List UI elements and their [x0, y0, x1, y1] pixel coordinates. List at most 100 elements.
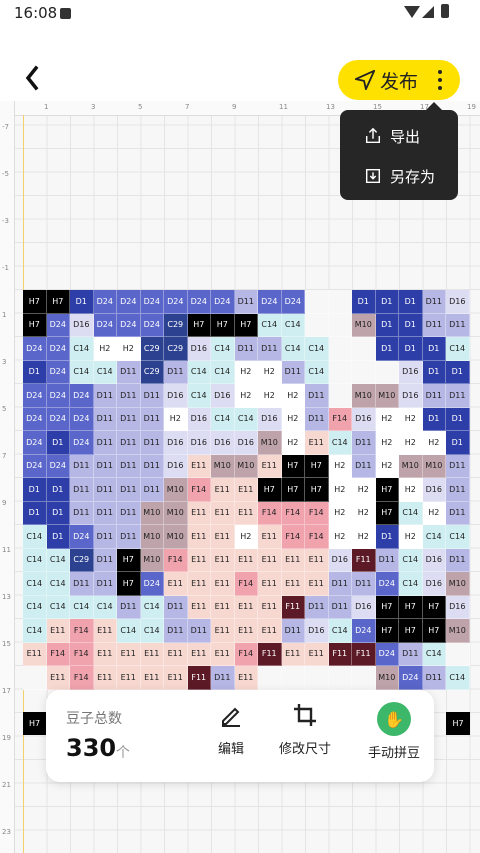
- bead-cell[interactable]: D24: [46, 407, 70, 431]
- bead-cell[interactable]: H2: [399, 525, 423, 549]
- bead-cell[interactable]: C14: [93, 360, 117, 384]
- bead-cell[interactable]: D24: [70, 384, 94, 408]
- bead-cell[interactable]: M10: [352, 384, 376, 408]
- bead-cell[interactable]: [328, 313, 352, 337]
- bead-cell[interactable]: D1: [23, 501, 47, 525]
- bead-cell[interactable]: H2: [422, 431, 446, 455]
- bead-cell[interactable]: D16: [305, 619, 329, 643]
- bead-cell[interactable]: D11: [422, 313, 446, 337]
- bead-cell[interactable]: F14: [70, 642, 94, 666]
- bead-cell[interactable]: D11: [117, 360, 141, 384]
- bead-cell[interactable]: F14: [70, 666, 94, 690]
- bead-cell[interactable]: C14: [46, 572, 70, 596]
- bead-cell[interactable]: D16: [399, 384, 423, 408]
- bead-cell[interactable]: C14: [399, 572, 423, 596]
- bead-cell[interactable]: H7: [375, 501, 399, 525]
- bead-cell[interactable]: C14: [117, 619, 141, 643]
- bead-cell[interactable]: H7: [281, 454, 305, 478]
- bead-cell[interactable]: D16: [187, 407, 211, 431]
- back-button[interactable]: [22, 62, 50, 94]
- bead-cell[interactable]: H2: [399, 478, 423, 502]
- bead-cell[interactable]: C14: [422, 642, 446, 666]
- bead-cell[interactable]: C14: [446, 525, 470, 549]
- bead-cell[interactable]: D24: [211, 290, 235, 314]
- bead-cell[interactable]: D24: [164, 290, 188, 314]
- bead-cell[interactable]: H2: [258, 384, 282, 408]
- bead-cell[interactable]: D11: [164, 360, 188, 384]
- bead-cell[interactable]: D1: [375, 337, 399, 361]
- bead-cell[interactable]: M10: [234, 454, 258, 478]
- bead-cell[interactable]: H2: [375, 407, 399, 431]
- bead-cell[interactable]: E11: [234, 548, 258, 572]
- bead-cell[interactable]: H7: [281, 478, 305, 502]
- bead-cell[interactable]: F14: [328, 407, 352, 431]
- bead-cell[interactable]: H2: [422, 501, 446, 525]
- publish-button[interactable]: 发布: [338, 60, 460, 100]
- bead-cell[interactable]: D1: [399, 337, 423, 361]
- bead-cell[interactable]: E11: [258, 525, 282, 549]
- bead-cell[interactable]: D11: [93, 548, 117, 572]
- bead-cell[interactable]: E11: [187, 642, 211, 666]
- bead-cell[interactable]: D11: [211, 666, 235, 690]
- edit-button[interactable]: 编辑: [191, 702, 271, 757]
- bead-cell[interactable]: D24: [140, 290, 164, 314]
- bead-cell[interactable]: D11: [305, 384, 329, 408]
- bead-cell[interactable]: D11: [422, 384, 446, 408]
- bead-cell[interactable]: D11: [305, 595, 329, 619]
- bead-cell[interactable]: E11: [234, 595, 258, 619]
- bead-cell[interactable]: H7: [117, 572, 141, 596]
- bead-cell[interactable]: D11: [446, 501, 470, 525]
- bead-cell[interactable]: D11: [422, 666, 446, 690]
- bead-cell[interactable]: D11: [140, 431, 164, 455]
- bead-cell[interactable]: H2: [234, 525, 258, 549]
- bead-cell[interactable]: D16: [399, 360, 423, 384]
- bead-cell[interactable]: D11: [93, 478, 117, 502]
- bead-cell[interactable]: C14: [23, 572, 47, 596]
- bead-cell[interactable]: D11: [93, 572, 117, 596]
- bead-cell[interactable]: D11: [352, 572, 376, 596]
- bead-cell[interactable]: E11: [187, 595, 211, 619]
- bead-cell[interactable]: D1: [422, 337, 446, 361]
- bead-cell[interactable]: H2: [399, 407, 423, 431]
- bead-cell[interactable]: D24: [23, 431, 47, 455]
- bead-cell[interactable]: D24: [258, 290, 282, 314]
- bead-cell[interactable]: E11: [211, 595, 235, 619]
- bead-cell[interactable]: M10: [211, 454, 235, 478]
- bead-cell[interactable]: H2: [258, 360, 282, 384]
- bead-cell[interactable]: E11: [187, 454, 211, 478]
- bead-cell[interactable]: C14: [23, 525, 47, 549]
- bead-cell[interactable]: F11: [187, 666, 211, 690]
- bead-cell[interactable]: H7: [46, 290, 70, 314]
- bead-cell[interactable]: D16: [164, 454, 188, 478]
- bead-cell[interactable]: H7: [375, 595, 399, 619]
- bead-cell[interactable]: E11: [117, 666, 141, 690]
- bead-cell[interactable]: D24: [23, 337, 47, 361]
- bead-cell[interactable]: E11: [211, 478, 235, 502]
- bead-cell[interactable]: C14: [328, 431, 352, 455]
- bead-cell[interactable]: D16: [422, 572, 446, 596]
- bead-cell[interactable]: E11: [234, 666, 258, 690]
- bead-cell[interactable]: F11: [352, 548, 376, 572]
- bead-cell[interactable]: E11: [258, 619, 282, 643]
- bead-cell[interactable]: C14: [211, 360, 235, 384]
- bead-cell[interactable]: D16: [446, 290, 470, 314]
- bead-cell[interactable]: E11: [93, 642, 117, 666]
- bead-cell[interactable]: M10: [446, 572, 470, 596]
- bead-cell[interactable]: E11: [211, 525, 235, 549]
- bead-cell[interactable]: [305, 313, 329, 337]
- bead-cell[interactable]: C14: [23, 595, 47, 619]
- bead-cell[interactable]: H2: [352, 525, 376, 549]
- bead-cell[interactable]: E11: [211, 572, 235, 596]
- bead-cell[interactable]: F11: [281, 595, 305, 619]
- bead-cell[interactable]: D11: [70, 501, 94, 525]
- bead-cell[interactable]: E11: [164, 642, 188, 666]
- bead-cell[interactable]: D11: [234, 290, 258, 314]
- bead-cell[interactable]: D1: [422, 360, 446, 384]
- bead-cell[interactable]: D11: [117, 525, 141, 549]
- bead-cell[interactable]: D24: [187, 290, 211, 314]
- bead-cell[interactable]: F14: [234, 572, 258, 596]
- bead-cell[interactable]: D1: [375, 525, 399, 549]
- bead-cell[interactable]: C14: [399, 548, 423, 572]
- bead-cell[interactable]: C29: [164, 337, 188, 361]
- bead-cell[interactable]: D11: [352, 431, 376, 455]
